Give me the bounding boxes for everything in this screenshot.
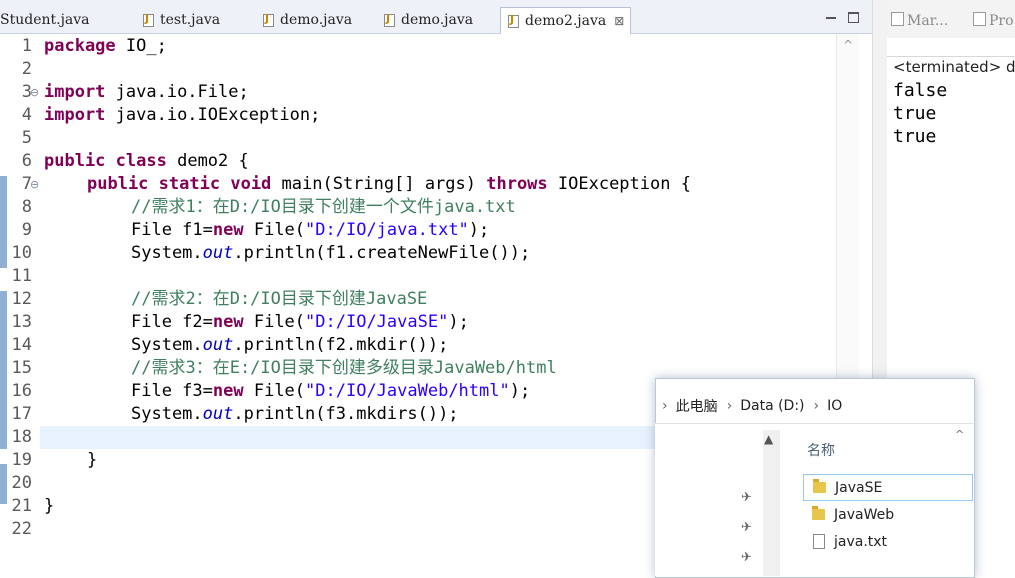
line-number: 7 xyxy=(21,174,32,194)
line-number: 10 xyxy=(11,243,32,263)
line-number: 6 xyxy=(21,151,32,171)
file-row-javaweb[interactable]: JavaWeb xyxy=(803,502,971,527)
editor-tab-bar: Student.java test.java demo.java demo.ja… xyxy=(0,0,872,34)
pin-icon[interactable]: ✈ xyxy=(741,550,752,565)
close-tab-icon[interactable]: ⊠ xyxy=(614,14,624,28)
code-comment: //需求3：在E:/IO目录下创建多级目录JavaWeb/html xyxy=(131,358,557,378)
pin-icon[interactable]: ✈ xyxy=(741,520,752,535)
properties-icon xyxy=(973,12,986,26)
markers-icon xyxy=(891,12,904,26)
breadcrumb-separator-icon: › xyxy=(726,398,733,414)
line-number: 15 xyxy=(11,358,32,378)
line-number: 4 xyxy=(21,105,32,125)
address-bar[interactable]: › 此电脑 › Data (D:) › IO xyxy=(655,389,973,424)
breadcrumb-separator-icon: › xyxy=(813,398,820,414)
line-number: 3 xyxy=(21,82,32,102)
folder-icon xyxy=(813,479,826,493)
breadcrumb-drive[interactable]: Data (D:) xyxy=(740,398,804,414)
line-number: 12 xyxy=(11,289,32,309)
code-line: public class demo2 { xyxy=(44,151,249,171)
breadcrumb-io[interactable]: IO xyxy=(827,398,842,414)
line-number: 20 xyxy=(11,473,32,493)
tab-label: demo.java xyxy=(401,12,474,28)
code-line: System.out.println(f3.mkdirs()); xyxy=(131,404,459,424)
code-comment: //需求1：在D:/IO目录下创建一个文件java.txt xyxy=(131,197,516,217)
tab-properties[interactable]: Pro xyxy=(973,12,1014,29)
java-file-icon xyxy=(507,13,520,28)
tab-demo-java[interactable]: demo.java xyxy=(262,8,352,32)
divider xyxy=(887,56,1015,57)
nav-scrollbar[interactable] xyxy=(763,430,780,576)
console-output-line: false xyxy=(893,80,948,101)
code-line: System.out.println(f1.createNewFile()); xyxy=(131,243,531,263)
line-number: 1 xyxy=(21,36,32,56)
code-line: import java.io.IOException; xyxy=(44,105,321,125)
file-row-javase[interactable]: JavaSE xyxy=(803,474,973,501)
tab-test-java[interactable]: test.java xyxy=(142,8,220,32)
code-line: File f3=new File("D:/IO/JavaWeb/html"); xyxy=(131,381,531,401)
line-number: 11 xyxy=(11,266,32,286)
code-comment: //需求2：在D:/IO目录下创建JavaSE xyxy=(131,289,428,309)
maximize-icon[interactable] xyxy=(848,12,859,23)
line-number: 13 xyxy=(11,312,32,332)
fold-collapse-icon[interactable]: ⊖ xyxy=(30,86,39,99)
line-number: 16 xyxy=(11,381,32,401)
scroll-up-icon[interactable]: ^ xyxy=(843,38,853,52)
tab-label: Student.java xyxy=(0,12,90,28)
file-name: JavaWeb xyxy=(834,506,895,523)
line-number: 22 xyxy=(11,519,32,539)
line-number: 8 xyxy=(21,197,32,217)
file-name: java.txt xyxy=(834,533,888,550)
breadcrumb-separator-icon: › xyxy=(662,398,668,414)
line-number: 9 xyxy=(21,220,32,240)
code-line: File f1=new File("D:/IO/java.txt"); xyxy=(131,220,490,240)
tab-demo-java-2[interactable]: demo.java xyxy=(383,8,473,32)
line-number: 17 xyxy=(11,404,32,424)
line-number: 2 xyxy=(21,59,32,79)
line-number: 19 xyxy=(11,450,32,470)
java-file-icon xyxy=(142,12,155,27)
line-number: 14 xyxy=(11,335,32,355)
console-output-line: true xyxy=(893,103,937,124)
tab-label: demo.java xyxy=(280,12,353,28)
console-output-line: true xyxy=(893,126,937,147)
breadcrumb-this-pc[interactable]: 此电脑 xyxy=(676,396,718,416)
code-line: package IO_; xyxy=(44,36,167,56)
column-header-name[interactable]: 名称 xyxy=(807,440,835,460)
java-file-icon xyxy=(262,12,275,27)
java-file-icon xyxy=(383,12,396,27)
file-name: JavaSE xyxy=(835,479,883,496)
fold-collapse-icon[interactable]: ⊖ xyxy=(30,178,39,191)
line-number: 18 xyxy=(11,427,32,447)
code-line: public static void main(String[] args) t… xyxy=(87,174,691,194)
line-number: 21 xyxy=(11,496,32,516)
scroll-up-icon[interactable]: ▲ xyxy=(764,432,773,446)
code-line: System.out.println(f2.mkdir()); xyxy=(131,335,449,355)
code-line: } xyxy=(87,450,98,470)
line-number: 5 xyxy=(21,128,32,148)
console-tab-bar: Mar... Pro xyxy=(887,0,1015,38)
minimize-icon[interactable] xyxy=(826,12,836,22)
code-line: File f2=new File("D:/IO/JavaSE"); xyxy=(131,312,469,332)
tab-label: demo2.java xyxy=(525,13,607,29)
folder-icon xyxy=(812,506,825,520)
tab-label: test.java xyxy=(160,12,221,28)
text-file-icon xyxy=(813,534,825,549)
code-line: import java.io.File; xyxy=(44,82,249,102)
code-line: } xyxy=(44,496,55,516)
file-row-java-txt[interactable]: java.txt xyxy=(803,529,971,554)
tab-student-java[interactable]: Student.java xyxy=(0,8,90,32)
console-status: <terminated> de xyxy=(893,58,1015,76)
tab-demo2-java[interactable]: demo2.java ⊠ xyxy=(500,7,632,34)
tab-markers[interactable]: Mar... xyxy=(891,12,948,29)
pin-icon[interactable]: ✈ xyxy=(741,490,752,505)
sort-ascending-icon[interactable]: ^ xyxy=(955,428,964,441)
